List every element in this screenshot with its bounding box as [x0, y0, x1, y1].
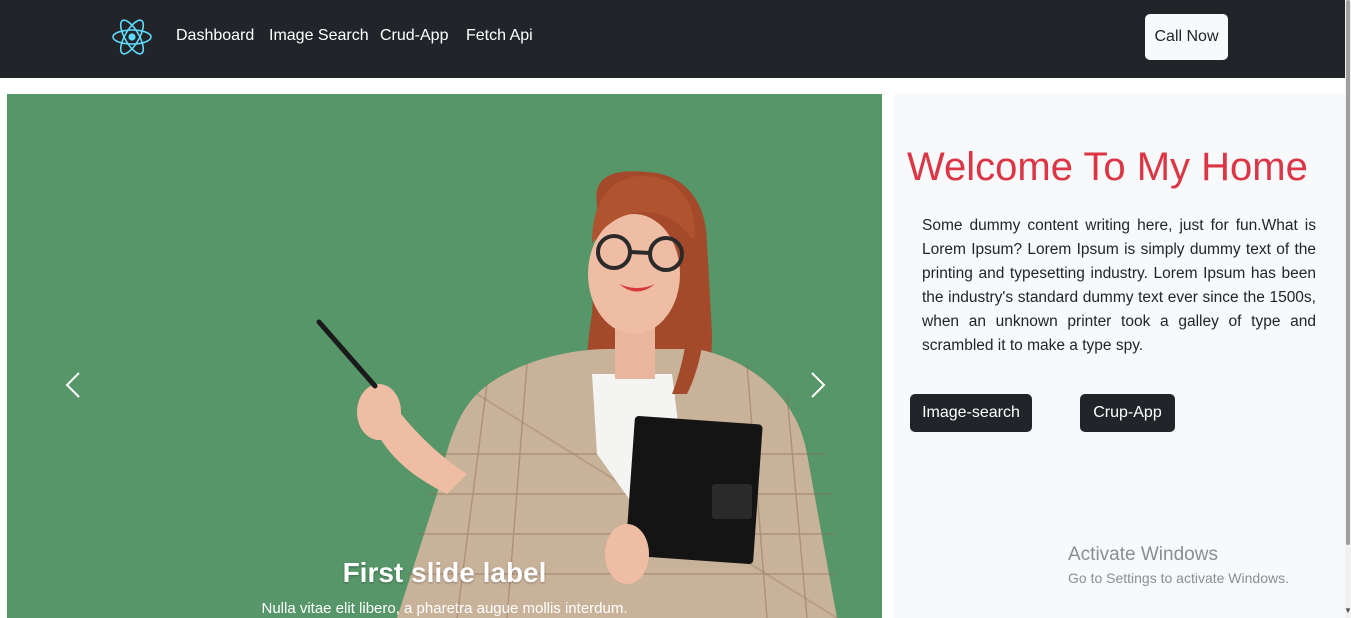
nav-link-fetch-api[interactable]: Fetch Api — [466, 27, 533, 45]
chevron-left-icon[interactable] — [59, 370, 89, 400]
slide-image — [7, 94, 882, 618]
windows-activation-subtitle: Go to Settings to activate Windows. — [1068, 570, 1289, 586]
nav-link-crud-app[interactable]: Crud-App — [380, 27, 448, 45]
chevron-right-icon[interactable] — [802, 370, 832, 400]
welcome-heading: Welcome To My Home — [907, 145, 1308, 189]
call-now-button[interactable]: Call Now — [1145, 14, 1228, 60]
react-logo-icon[interactable] — [111, 18, 153, 56]
slide-caption-title: First slide label — [342, 557, 547, 588]
crup-app-button[interactable]: Crup-App — [1080, 394, 1175, 432]
top-navbar: Dashboard Image Search Crud-App Fetch Ap… — [0, 0, 1345, 78]
windows-activation-title: Activate Windows — [1068, 544, 1218, 565]
nav-link-image-search[interactable]: Image Search — [269, 27, 369, 45]
slide-caption-text: Nulla vitae elit libero, a pharetra augu… — [261, 600, 628, 617]
nav-link-dashboard[interactable]: Dashboard — [176, 27, 254, 45]
intro-paragraph: Some dummy content writing here, just fo… — [922, 217, 1316, 354]
scroll-down-arrow-icon[interactable]: ▼ — [1344, 606, 1351, 615]
scrollbar-thumb[interactable] — [1346, 0, 1350, 545]
image-search-button[interactable]: Image-search — [910, 394, 1032, 432]
image-carousel: First slide label Nulla vitae elit liber… — [7, 94, 882, 618]
